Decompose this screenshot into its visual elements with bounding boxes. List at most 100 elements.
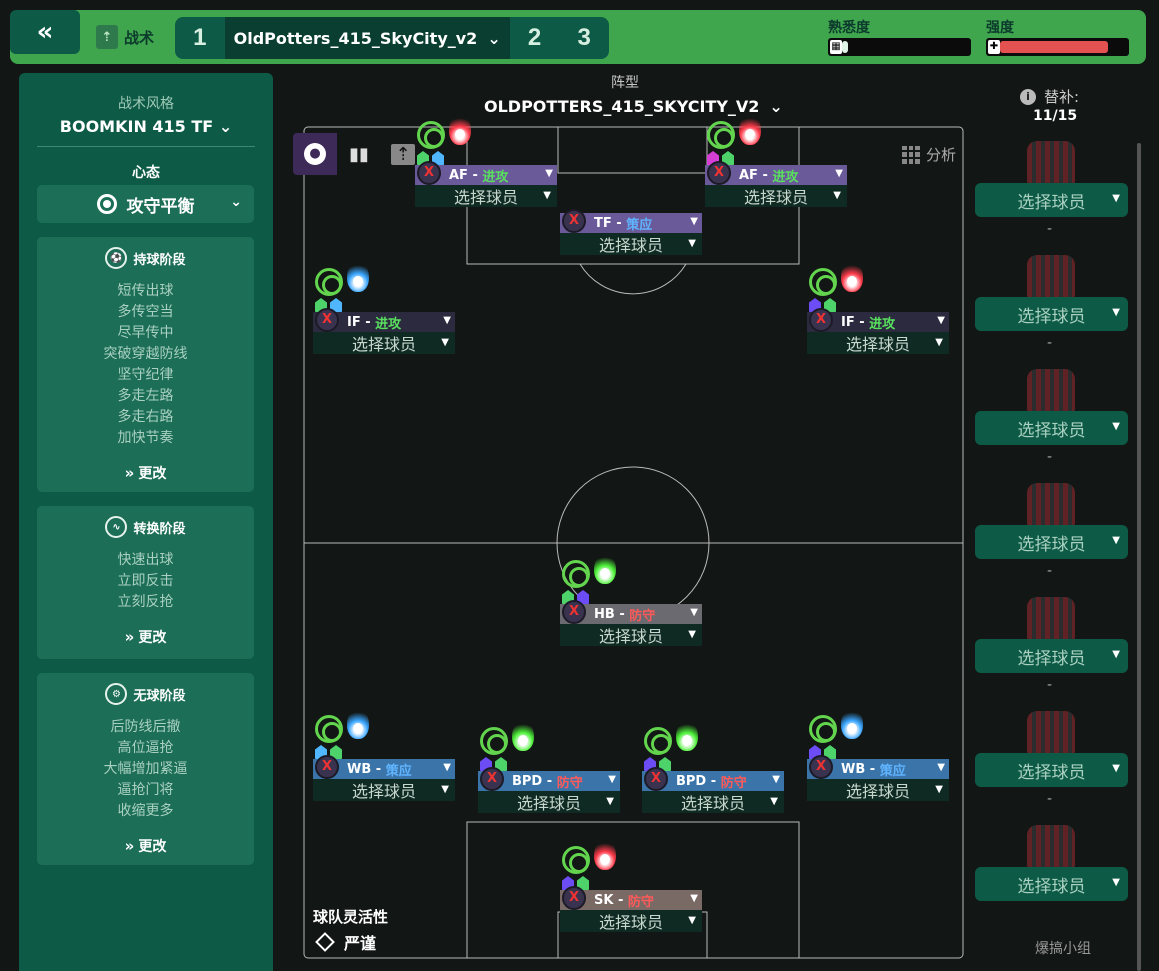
duty-text: 策应 (385, 763, 412, 779)
role-duty-dropdown[interactable]: X AF - 进攻 ▼ (415, 161, 557, 185)
role-duty-dropdown[interactable]: X BPD - 防守 ▼ (642, 767, 784, 791)
subs-count: 11/15 (1033, 108, 1078, 124)
role-duty-dropdown[interactable]: X WB - 策应 ▼ (807, 755, 949, 779)
sub-select-player-button[interactable]: 选择球员 ▼ (975, 297, 1128, 331)
flame-icon (841, 709, 863, 739)
player-view-toggle[interactable]: ● (293, 133, 337, 175)
select-player-label: 选择球员 (516, 794, 581, 813)
role-sep: - (757, 167, 773, 183)
formation-dropdown[interactable]: OLDPOTTERS_415_SKYCITY_V2 ⌄ (484, 97, 783, 116)
dropdown-arrow-icon: ▼ (1112, 877, 1120, 888)
dropdown-arrow-icon: ▼ (835, 168, 843, 179)
flame-icon (347, 262, 369, 292)
familiarity-ring-icon (644, 727, 672, 755)
role-duty-dropdown[interactable]: X HB - 防守 ▼ (560, 600, 702, 624)
select-player-dropdown[interactable]: 选择球员 ▼ (560, 624, 702, 646)
bar-chart-icon: ▮▮ (349, 143, 369, 165)
dropdown-arrow-icon: ▼ (606, 796, 614, 807)
role-sep: - (371, 761, 386, 777)
role-text: BPD (676, 773, 707, 789)
info-icon[interactable]: i (1020, 88, 1036, 105)
select-player-dropdown[interactable]: 选择球员 ▼ (807, 332, 949, 354)
select-player-dropdown[interactable]: 选择球员 ▼ (313, 779, 455, 801)
role-duty-dropdown[interactable]: X IF - 进攻 ▼ (807, 308, 949, 332)
sub-select-label: 选择球员 (1017, 762, 1086, 783)
role-sep: - (542, 773, 557, 789)
familiarity-ring-icon (809, 715, 837, 743)
team-fluidity-value[interactable]: 严谨 (315, 930, 376, 954)
sub-select-player-button[interactable]: 选择球员 ▼ (975, 753, 1128, 787)
tactic-board-icon: ⇡ (391, 143, 415, 165)
player-attributes (313, 262, 455, 316)
select-player-dropdown[interactable]: 选择球员 ▼ (642, 791, 784, 813)
sub-select-player-button[interactable]: 选择球员 ▼ (975, 525, 1128, 559)
select-player-dropdown[interactable]: 选择球员 ▼ (560, 910, 702, 932)
sub-select-player-button[interactable]: 选择球员 ▼ (975, 867, 1128, 901)
dropdown-arrow-icon: ▼ (688, 915, 696, 926)
role-duty-dropdown[interactable]: X BPD - 防守 ▼ (478, 767, 620, 791)
remove-player-icon[interactable]: X (315, 755, 339, 779)
duty-text: 防守 (629, 608, 656, 624)
analysis-button[interactable]: 分析 (902, 144, 956, 165)
role-duty-dropdown[interactable]: X IF - 进攻 ▼ (313, 308, 455, 332)
analysis-label: 分析 (926, 146, 957, 164)
remove-player-icon[interactable]: X (562, 886, 586, 910)
select-player-dropdown[interactable]: 选择球员 ▼ (313, 332, 455, 354)
flame-icon (449, 115, 471, 145)
remove-player-icon[interactable]: X (417, 161, 441, 185)
select-player-dropdown[interactable]: 选择球员 ▼ (415, 185, 557, 207)
role-duty-dropdown[interactable]: X AF - 进攻 ▼ (705, 161, 847, 185)
remove-player-icon[interactable]: X (562, 209, 586, 233)
role-duty-dropdown[interactable]: X TF - 策应 ▼ (560, 209, 702, 233)
remove-player-icon[interactable]: X (707, 161, 731, 185)
duty-text: 策应 (626, 217, 653, 233)
stats-view-toggle[interactable]: ▮▮ (337, 133, 381, 175)
sub-select-player-button[interactable]: 选择球员 ▼ (975, 639, 1128, 673)
player-attributes (705, 115, 847, 169)
dropdown-arrow-icon: ▼ (690, 893, 698, 904)
shirt-icon (1027, 711, 1075, 755)
dropdown-arrow-icon: ▼ (935, 784, 943, 795)
flame-icon (347, 709, 369, 739)
shirt-icon (1027, 141, 1075, 185)
role-text: TF (594, 215, 612, 231)
sub-divider: - (1047, 791, 1053, 807)
select-player-dropdown[interactable]: 选择球员 ▼ (560, 233, 702, 255)
role-sep: - (865, 761, 880, 777)
shirt-icon (1027, 825, 1075, 869)
team-fluidity-label: 球队灵活性 (313, 908, 389, 926)
select-player-dropdown[interactable]: 选择球员 ▼ (705, 185, 847, 207)
dropdown-arrow-icon: ▼ (1112, 193, 1120, 204)
role-text: HB (594, 606, 615, 622)
remove-player-icon[interactable]: X (809, 308, 833, 332)
remove-player-icon[interactable]: X (809, 755, 833, 779)
sub-select-player-button[interactable]: 选择球员 ▼ (975, 183, 1128, 217)
select-player-label: 选择球员 (680, 794, 745, 813)
role-sep: - (611, 215, 627, 231)
role-sep: - (614, 606, 630, 622)
remove-player-icon[interactable]: X (562, 600, 586, 624)
remove-player-icon[interactable]: X (480, 767, 504, 791)
dropdown-arrow-icon: ▼ (441, 784, 449, 795)
view-toggles: ● ▮▮ ⇡ (293, 133, 425, 175)
select-player-dropdown[interactable]: 选择球员 ▼ (478, 791, 620, 813)
sub-select-label: 选择球员 (1017, 876, 1086, 897)
player-attributes (807, 262, 949, 316)
remove-player-icon[interactable]: X (644, 767, 668, 791)
role-duty-dropdown[interactable]: X SK - 防守 ▼ (560, 886, 702, 910)
select-player-dropdown[interactable]: 选择球员 ▼ (807, 779, 949, 801)
role-text: WB (347, 761, 372, 777)
dropdown-arrow-icon: ▼ (690, 607, 698, 618)
dropdown-arrow-icon: ▼ (608, 774, 616, 785)
player-attributes (415, 115, 557, 169)
subs-scrollbar[interactable] (1137, 143, 1141, 971)
sub-divider: - (1047, 563, 1053, 579)
familiarity-ring-icon (480, 727, 508, 755)
position-wb-right: X WB - 策应 ▼ 选择球员 ▼ (807, 709, 949, 801)
sub-select-player-button[interactable]: 选择球员 ▼ (975, 411, 1128, 445)
select-player-label: 选择球员 (845, 782, 910, 801)
remove-player-icon[interactable]: X (315, 308, 339, 332)
role-duty-dropdown[interactable]: X WB - 策应 ▼ (313, 755, 455, 779)
formation-heading: 阵型 (611, 75, 639, 91)
shirt-icon (1027, 369, 1075, 413)
